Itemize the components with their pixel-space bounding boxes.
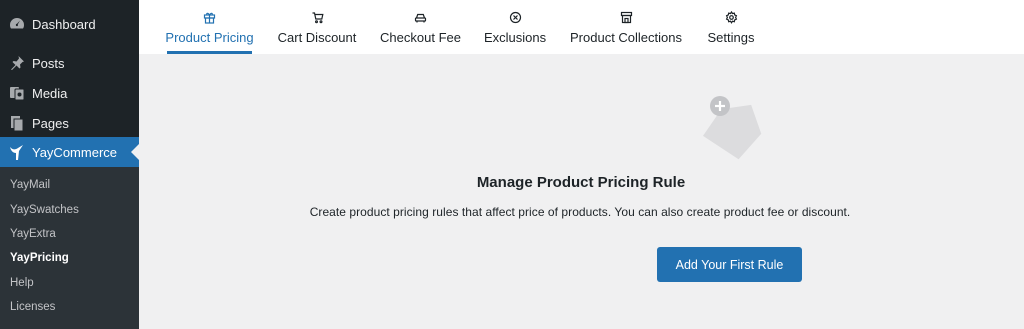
menu-item-yaycommerce[interactable]: YayCommerce	[0, 137, 139, 167]
pages-icon	[7, 113, 27, 133]
yaycommerce-submenu: YayMail YaySwatches YayExtra YayPricing …	[0, 167, 139, 329]
empty-state: Manage Product Pricing Rule Create produ…	[139, 54, 1024, 329]
menu-item-label: Dashboard	[32, 16, 96, 32]
submenu-item-yaypricing[interactable]: YayPricing	[10, 252, 69, 264]
empty-state-title: Manage Product Pricing Rule	[476, 174, 686, 191]
gift-icon	[203, 10, 216, 24]
tab-cart-discount[interactable]: Cart Discount	[277, 0, 357, 54]
store-icon	[620, 10, 633, 24]
tab-checkout-fee[interactable]: Checkout Fee	[380, 0, 461, 54]
price-tag-icon	[702, 96, 762, 160]
menu-item-posts[interactable]: Posts	[0, 48, 139, 78]
menu-item-label: Pages	[32, 115, 69, 131]
tab-label: Product Collections	[570, 30, 682, 45]
menu-item-label: Media	[32, 85, 68, 101]
menu-item-media[interactable]: Media	[0, 78, 139, 108]
menu-item-label: Posts	[32, 55, 65, 71]
tab-exclusions[interactable]: Exclusions	[483, 0, 547, 54]
tab-product-collections[interactable]: Product Collections	[570, 0, 682, 54]
tab-label: Product Pricing	[165, 30, 254, 45]
tab-label: Cart Discount	[277, 30, 357, 45]
cart-icon	[311, 10, 324, 24]
car-icon	[414, 10, 427, 24]
dashboard-icon	[7, 14, 27, 34]
gear-icon	[725, 10, 738, 24]
pin-icon	[7, 53, 27, 73]
admin-sidebar: Dashboard Posts Media Pages YayCommerce …	[0, 0, 139, 329]
menu-item-dashboard[interactable]: Dashboard	[0, 9, 139, 39]
submenu-item-licenses[interactable]: Licenses	[10, 301, 55, 313]
tab-settings[interactable]: Settings	[707, 0, 755, 54]
tab-label: Checkout Fee	[380, 30, 461, 45]
tab-label: Settings	[707, 30, 755, 45]
yaycommerce-icon	[7, 142, 27, 162]
menu-item-label: YayCommerce	[32, 144, 118, 160]
media-icon	[7, 83, 27, 103]
tab-label: Exclusions	[483, 30, 547, 45]
tab-product-pricing[interactable]: Product Pricing	[165, 0, 254, 54]
add-first-rule-button[interactable]: Add Your First Rule	[657, 247, 802, 282]
tab-bar: Product Pricing Cart Discount Checkout F…	[139, 0, 1024, 54]
circle-x-icon	[509, 10, 522, 24]
submenu-item-yayextra[interactable]: YayExtra	[10, 228, 56, 240]
menu-item-pages[interactable]: Pages	[0, 108, 139, 138]
submenu-item-help[interactable]: Help	[10, 277, 34, 289]
empty-state-description: Create product pricing rules that affect…	[309, 205, 851, 219]
